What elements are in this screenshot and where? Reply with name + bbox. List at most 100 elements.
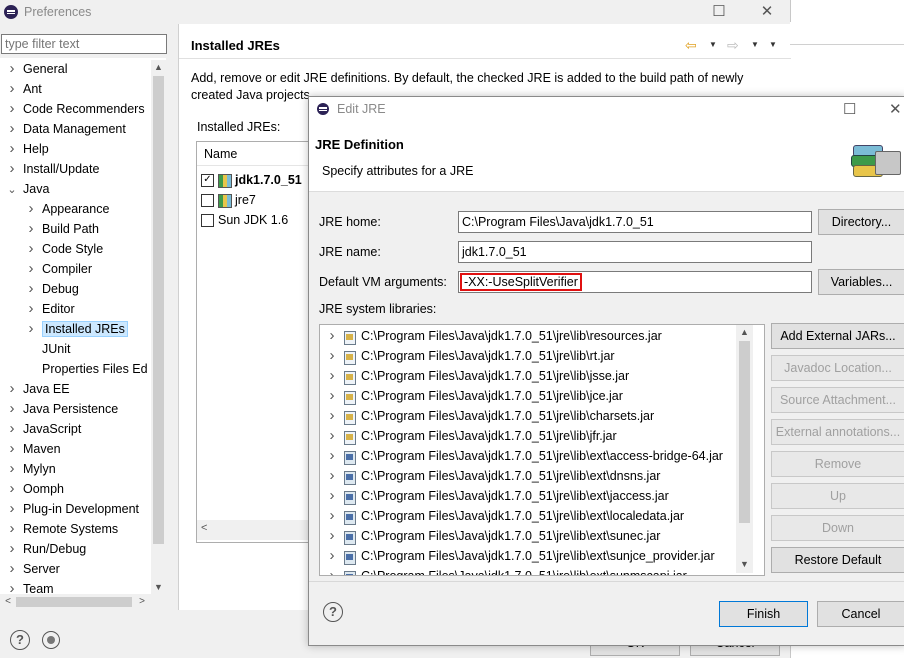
library-item[interactable]: › C:\Program Files\Java\jdk1.7.0_51\jre\l…: [320, 366, 629, 386]
down-button[interactable]: Down: [771, 515, 904, 541]
maximize-button[interactable]: ☐: [708, 2, 730, 22]
library-item[interactable]: › C:\Program Files\Java\jdk1.7.0_51\jre\l…: [320, 406, 654, 426]
close-button[interactable]: ✕: [756, 2, 778, 22]
directory-button[interactable]: Directory...: [818, 209, 904, 235]
table-hscrollbar[interactable]: <: [197, 520, 309, 540]
jre-row[interactable]: Sun JDK 1.6: [201, 210, 288, 230]
variables-button[interactable]: Variables...: [818, 269, 904, 295]
tree-item[interactable]: › Installed JREs: [24, 319, 128, 339]
chevron-right-icon[interactable]: ›: [5, 519, 19, 539]
tree-item[interactable]: › Java Persistence: [5, 399, 119, 419]
scroll-up-icon[interactable]: ▲: [736, 325, 753, 339]
tree-item[interactable]: ⌄ Java: [5, 179, 49, 199]
tree-item[interactable]: › Code Style: [24, 239, 104, 259]
chevron-right-icon[interactable]: ›: [5, 479, 19, 499]
chevron-right-icon[interactable]: ›: [5, 419, 19, 439]
tree-item[interactable]: › Editor: [24, 299, 75, 319]
jre-home-input[interactable]: C:\Program Files\Java\jdk1.7.0_51: [458, 211, 812, 233]
scroll-right-icon[interactable]: >: [136, 594, 148, 610]
tree-item[interactable]: › Build Path: [24, 219, 99, 239]
restore-default-button[interactable]: Restore Default: [771, 547, 904, 573]
library-item[interactable]: › C:\Program Files\Java\jdk1.7.0_51\jre\l…: [320, 326, 662, 346]
remove-button[interactable]: Remove: [771, 451, 904, 477]
chevron-right-icon[interactable]: ›: [5, 379, 19, 399]
libs-scroll-thumb[interactable]: [739, 341, 750, 523]
dialog-close-button[interactable]: ✕: [889, 100, 902, 118]
chevron-right-icon[interactable]: ›: [326, 426, 338, 446]
tree-item[interactable]: › Ant: [5, 79, 42, 99]
javadoc-location-button[interactable]: Javadoc Location...: [771, 355, 904, 381]
chevron-right-icon[interactable]: ›: [5, 579, 19, 594]
chevron-right-icon[interactable]: ›: [24, 299, 38, 319]
chevron-right-icon[interactable]: ›: [326, 446, 338, 466]
chevron-right-icon[interactable]: ›: [5, 499, 19, 519]
chevron-right-icon[interactable]: ›: [5, 99, 19, 119]
chevron-right-icon[interactable]: ›: [24, 219, 38, 239]
scroll-down-icon[interactable]: ▼: [736, 557, 753, 571]
source-attachment-button[interactable]: Source Attachment...: [771, 387, 904, 413]
library-item[interactable]: › C:\Program Files\Java\jdk1.7.0_51\jre\l…: [320, 446, 723, 466]
tree-item[interactable]: Properties Files Ed: [24, 359, 148, 379]
jre-row[interactable]: ✓ jdk1.7.0_51: [201, 170, 302, 190]
tree-item[interactable]: › Help: [5, 139, 49, 159]
chevron-right-icon[interactable]: ›: [24, 319, 38, 339]
libs-vertical-scrollbar[interactable]: ▲ ▼: [736, 325, 753, 573]
scroll-thumb[interactable]: [153, 76, 164, 544]
tree-item[interactable]: › Code Recommenders: [5, 99, 145, 119]
library-item[interactable]: › C:\Program Files\Java\jdk1.7.0_51\jre\l…: [320, 346, 615, 366]
chevron-right-icon[interactable]: ›: [326, 566, 338, 575]
back-menu-icon[interactable]: ▼: [709, 40, 717, 49]
jre-checkbox[interactable]: [201, 214, 214, 228]
forward-arrow-icon[interactable]: ⇨: [727, 37, 739, 54]
tree-item[interactable]: › Mylyn: [5, 459, 56, 479]
dialog-help-icon[interactable]: ?: [323, 602, 343, 622]
chevron-right-icon[interactable]: ›: [326, 386, 338, 406]
library-item[interactable]: › C:\Program Files\Java\jdk1.7.0_51\jre\l…: [320, 466, 660, 486]
tree-item[interactable]: › Java EE: [5, 379, 70, 399]
table-header-name[interactable]: Name: [197, 142, 309, 166]
tree-item[interactable]: › Plug-in Development: [5, 499, 140, 519]
dialog-maximize-button[interactable]: ☐: [843, 100, 856, 118]
library-item[interactable]: › C:\Program Files\Java\jdk1.7.0_51\jre\l…: [320, 386, 623, 406]
chevron-right-icon[interactable]: ›: [5, 399, 19, 419]
chevron-right-icon[interactable]: ›: [24, 259, 38, 279]
library-item[interactable]: › C:\Program Files\Java\jdk1.7.0_51\jre\l…: [320, 486, 669, 506]
tree-item[interactable]: › Data Management: [5, 119, 126, 139]
view-menu-icon[interactable]: ▼: [769, 40, 777, 49]
chevron-right-icon[interactable]: ›: [326, 526, 338, 546]
chevron-right-icon[interactable]: ›: [5, 119, 19, 139]
vm-args-input[interactable]: -XX:-UseSplitVerifier: [458, 271, 812, 293]
chevron-right-icon[interactable]: ›: [5, 159, 19, 179]
up-button[interactable]: Up: [771, 483, 904, 509]
tree-item[interactable]: › Run/Debug: [5, 539, 87, 559]
chevron-right-icon[interactable]: ›: [5, 459, 19, 479]
tree-item[interactable]: › Oomph: [5, 479, 65, 499]
scroll-down-icon[interactable]: ▼: [151, 580, 166, 594]
scroll-left-icon[interactable]: <: [2, 594, 14, 610]
chevron-right-icon[interactable]: ›: [326, 506, 338, 526]
record-icon[interactable]: [42, 631, 60, 649]
help-icon[interactable]: ?: [10, 630, 30, 650]
chevron-right-icon[interactable]: ›: [5, 559, 19, 579]
library-item[interactable]: › C:\Program Files\Java\jdk1.7.0_51\jre\l…: [320, 526, 660, 546]
tree-item[interactable]: › JavaScript: [5, 419, 82, 439]
chevron-right-icon[interactable]: ›: [5, 139, 19, 159]
dialog-cancel-button[interactable]: Cancel: [817, 601, 904, 627]
chevron-right-icon[interactable]: ›: [326, 486, 338, 506]
tree-vertical-scrollbar[interactable]: ▲ ▼: [151, 60, 166, 596]
chevron-right-icon[interactable]: ›: [24, 279, 38, 299]
chevron-right-icon[interactable]: ›: [5, 439, 19, 459]
forward-menu-icon[interactable]: ▼: [751, 40, 759, 49]
finish-button[interactable]: Finish: [719, 601, 808, 627]
jre-name-input[interactable]: jdk1.7.0_51: [458, 241, 812, 263]
tree-item[interactable]: › Maven: [5, 439, 61, 459]
tree-item[interactable]: › Debug: [24, 279, 79, 299]
library-item[interactable]: › C:\Program Files\Java\jdk1.7.0_51\jre\l…: [320, 546, 715, 566]
chevron-right-icon[interactable]: ›: [5, 79, 19, 99]
tree-item[interactable]: › Remote Systems: [5, 519, 119, 539]
jre-row[interactable]: jre7: [201, 190, 256, 210]
chevron-right-icon[interactable]: ›: [326, 366, 338, 386]
chevron-right-icon[interactable]: ›: [326, 346, 338, 366]
external-annotations-button[interactable]: External annotations...: [771, 419, 904, 445]
chevron-down-icon[interactable]: ⌄: [5, 180, 19, 200]
